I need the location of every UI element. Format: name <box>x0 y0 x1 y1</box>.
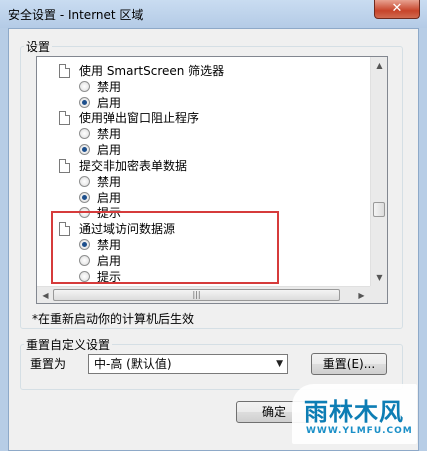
highlight-box <box>51 211 279 284</box>
vertical-scroll-thumb[interactable] <box>373 202 385 217</box>
radio-button[interactable] <box>79 144 90 155</box>
document-icon <box>59 64 70 78</box>
radio-button[interactable] <box>79 97 90 108</box>
radio-label: 禁用 <box>97 175 122 189</box>
radio-label: 启用 <box>97 143 122 157</box>
document-icon <box>59 159 70 173</box>
window-title: 安全设置 - Internet 区域 <box>8 8 144 22</box>
close-button[interactable]: ✕ <box>374 0 420 19</box>
dropdown-arrow-icon[interactable]: ▼ <box>276 355 283 373</box>
watermark-main-text: 雨林木风 <box>304 398 404 426</box>
tree-item-label: 提交非加密表单数据 <box>79 159 188 173</box>
radio-button[interactable] <box>79 81 90 92</box>
settings-group-label: 设置 <box>24 38 53 55</box>
scroll-down-icon[interactable]: ▼ <box>371 269 387 286</box>
watermark-url-text: WWW.YLMFU.COM <box>306 426 413 436</box>
reset-group-label: 重置自定义设置 <box>24 336 113 353</box>
horizontal-scrollbar[interactable]: ◀ ||| ▶ <box>37 286 370 303</box>
selected-level: 中-高 (默认值) <box>94 357 172 371</box>
vertical-scrollbar[interactable]: ▲ ▼ <box>370 57 387 303</box>
scroll-left-icon[interactable]: ◀ <box>37 287 54 303</box>
reset-button[interactable]: 重置(E)... <box>311 353 387 375</box>
tree-item-label: 使用弹出窗口阻止程序 <box>79 111 200 125</box>
watermark-logo: 雨林木风 WWW.YLMFU.COM <box>292 384 417 444</box>
radio-label: 启用 <box>97 191 122 205</box>
restart-note: *在重新启动你的计算机后生效 <box>32 312 195 326</box>
tree-item-label: 使用 SmartScreen 筛选器 <box>79 64 225 78</box>
scroll-up-icon[interactable]: ▲ <box>371 57 387 74</box>
radio-label: 禁用 <box>97 80 122 94</box>
document-icon <box>59 111 70 125</box>
reset-to-label: 重置为 <box>30 357 67 371</box>
security-settings-window: 安全设置 - Internet 区域 ✕ 设置 使用 SmartScreen 筛… <box>0 0 427 451</box>
radio-button[interactable] <box>79 128 90 139</box>
security-level-select[interactable]: 中-高 (默认值) ▼ <box>88 354 288 374</box>
radio-label: 禁用 <box>97 127 122 141</box>
title-bar[interactable]: 安全设置 - Internet 区域 ✕ <box>0 0 427 28</box>
close-icon: ✕ <box>391 1 403 16</box>
horizontal-scroll-thumb[interactable]: ||| <box>53 289 340 301</box>
scrollbar-corner <box>370 286 387 303</box>
scroll-right-icon[interactable]: ▶ <box>353 287 370 303</box>
radio-button[interactable] <box>79 176 90 187</box>
radio-button[interactable] <box>79 192 90 203</box>
radio-label: 启用 <box>97 96 122 110</box>
